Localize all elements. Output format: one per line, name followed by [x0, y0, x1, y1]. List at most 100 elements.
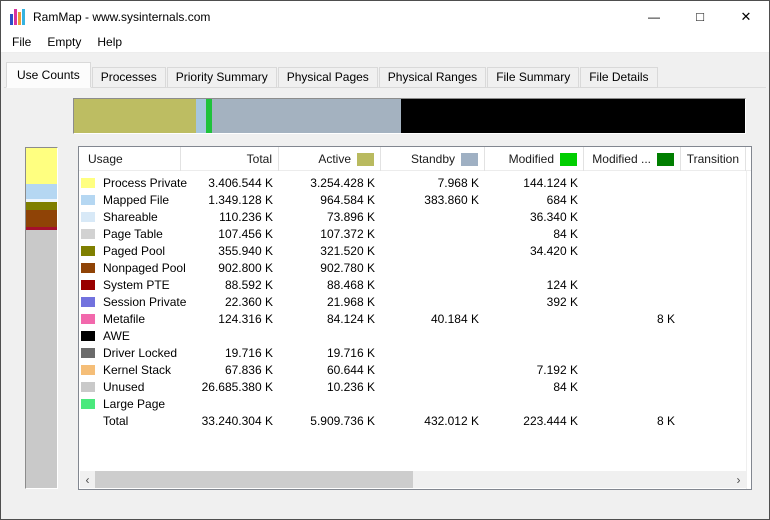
modified-value: 223.444 K — [523, 413, 578, 428]
usage-cell: System PTE — [79, 276, 181, 293]
active-value: 84.124 K — [326, 311, 375, 326]
tab-processes[interactable]: Processes — [91, 67, 166, 88]
active-value: 73.896 K — [326, 209, 375, 224]
usage-cell: Driver Locked — [79, 344, 181, 361]
usage-label: Unused — [103, 379, 145, 394]
rammap-app-icon — [10, 8, 27, 25]
usage-label: Metafile — [103, 311, 146, 326]
table-row-metafile[interactable]: Metafile 124.316 K 84.124 K 40.184 K 8 K — [79, 310, 751, 327]
total-value: 124.316 K — [218, 311, 273, 326]
total-value: 1.349.128 K — [208, 192, 273, 207]
kernel-stack-swatch — [81, 364, 95, 375]
active-value: 19.716 K — [326, 345, 375, 360]
modified-value: 392 K — [546, 294, 578, 309]
total-value: 22.360 K — [224, 294, 273, 309]
modified-value: 84 K — [553, 226, 578, 241]
table-row-unused[interactable]: Unused 26.685.380 K 10.236 K 84 K — [79, 378, 751, 395]
total-value: 88.592 K — [224, 277, 273, 292]
usage-label: Process Private — [103, 175, 188, 190]
modified-value: 684 K — [546, 192, 578, 207]
column-header-active[interactable]: Active — [279, 147, 381, 171]
total-value: 110.236 K — [219, 209, 273, 224]
standby-value: 40.184 K — [430, 311, 479, 326]
total-value: 355.940 K — [218, 243, 273, 258]
table-row-session-private[interactable]: Session Private 22.360 K 21.968 K 392 K — [79, 293, 751, 310]
tab-use-counts[interactable]: Use Counts — [6, 62, 91, 88]
shareable-swatch — [81, 211, 95, 222]
scroll-left-icon[interactable]: ‹ — [80, 471, 95, 488]
usage-label: Large Page — [103, 396, 166, 411]
window-title: RamMap - www.sysinternals.com — [33, 9, 211, 24]
tab-file-summary[interactable]: File Summary — [487, 67, 580, 88]
maximize-button[interactable]: □ — [677, 1, 723, 32]
usage-cell: Total — [79, 412, 181, 429]
close-button[interactable]: ✕ — [723, 1, 769, 32]
modified-value: 7.192 K — [536, 362, 578, 377]
tab-priority-summary[interactable]: Priority Summary — [166, 67, 277, 88]
usage-label: Shareable — [103, 209, 158, 224]
menu-item-help[interactable]: Help — [89, 33, 130, 51]
usage-label: Page Table — [103, 226, 163, 241]
menu-item-empty[interactable]: Empty — [39, 33, 89, 51]
total-value: 33.240.304 K — [201, 413, 273, 428]
usage-breakdown-bar — [25, 147, 58, 489]
table-row-total[interactable]: Total 33.240.304 K 5.909.736 K 432.012 K 223… — [79, 412, 751, 429]
scroll-right-icon[interactable]: › — [731, 471, 746, 488]
left-bar-segment-process-private — [26, 148, 57, 185]
table-row-page-table[interactable]: Page Table 107.456 K 107.372 K 84 K — [79, 225, 751, 242]
table-row-system-pte[interactable]: System PTE 88.592 K 88.468 K 124 K — [79, 276, 751, 293]
column-header-modified[interactable]: Modified — [485, 147, 584, 171]
menu-bar: File Empty Help — [1, 32, 769, 53]
usage-cell: Large Page — [79, 395, 181, 412]
minimize-button[interactable]: — — [631, 1, 677, 32]
process-private-swatch — [81, 177, 95, 188]
tab-physical-ranges[interactable]: Physical Ranges — [378, 67, 487, 88]
mapped-file-swatch — [81, 194, 95, 205]
table-row-awe[interactable]: AWE — [79, 327, 751, 344]
column-header-transition[interactable]: Transition — [681, 147, 746, 171]
usage-cell: Nonpaged Pool — [79, 259, 186, 276]
usage-cell: Process Private — [79, 174, 187, 191]
mem-bar-segment-standby-light — [196, 99, 207, 133]
column-header-standby[interactable]: Standby — [381, 147, 485, 171]
modified-value: 34.420 K — [529, 243, 578, 258]
table-row-nonpaged-pool[interactable]: Nonpaged Pool 902.800 K 902.780 K — [79, 259, 751, 276]
page-table-swatch — [81, 228, 95, 239]
usage-cell: Unused — [79, 378, 181, 395]
modified-color-swatch — [560, 152, 577, 166]
scrollbar-thumb[interactable] — [95, 471, 413, 488]
mem-bar-segment-active — [74, 99, 197, 133]
usage-label: Mapped File — [103, 192, 170, 207]
column-header-total[interactable]: Total — [181, 147, 279, 171]
table-row-large-page[interactable]: Large Page — [79, 395, 751, 412]
table-row-paged-pool[interactable]: Paged Pool 355.940 K 321.520 K 34.420 K — [79, 242, 751, 259]
list-rows: Process Private 3.406.544 K 3.254.428 K 7.9… — [79, 174, 751, 429]
tab-physical-pages[interactable]: Physical Pages — [277, 67, 378, 88]
table-row-process-private[interactable]: Process Private 3.406.544 K 3.254.428 K 7.9… — [79, 174, 751, 191]
use-counts-list: Usage Total Active Standby Modified Modified … — [78, 146, 752, 490]
unused-swatch — [81, 381, 95, 392]
table-row-shareable[interactable]: Shareable 110.236 K 73.896 K 36.340 K — [79, 208, 751, 225]
column-header-usage[interactable]: Usage — [79, 147, 181, 171]
column-header-modified[interactable]: Modified ... — [584, 147, 681, 171]
tab-file-details[interactable]: File Details — [580, 67, 658, 88]
total-value: 26.685.380 K — [201, 379, 273, 394]
table-row-kernel-stack[interactable]: Kernel Stack 67.836 K 60.644 K 7.192 K — [79, 361, 751, 378]
usage-cell: AWE — [79, 327, 181, 344]
tab-strip: Use Counts Processes Priority Summary Physi… — [6, 62, 659, 88]
rammap-icon-bar — [14, 8, 17, 25]
paged-pool-swatch — [81, 245, 95, 256]
active-value: 321.520 K — [320, 243, 375, 258]
session-private-swatch — [81, 296, 95, 307]
driver-locked-swatch — [81, 347, 95, 358]
mem-bar-segment-unused — [400, 99, 745, 133]
table-row-mapped-file[interactable]: Mapped File 1.349.128 K 964.584 K 383.860 K… — [79, 191, 751, 208]
menu-item-file[interactable]: File — [4, 33, 39, 51]
usage-cell: Kernel Stack — [79, 361, 181, 378]
standby-color-swatch — [461, 152, 478, 166]
awe-swatch — [81, 330, 95, 341]
active-value: 902.780 K — [320, 260, 375, 275]
horizontal-scrollbar[interactable]: ‹ › — [80, 471, 746, 488]
table-row-driver-locked[interactable]: Driver Locked 19.716 K 19.716 K — [79, 344, 751, 361]
physical-memory-usage-bar — [73, 98, 746, 134]
